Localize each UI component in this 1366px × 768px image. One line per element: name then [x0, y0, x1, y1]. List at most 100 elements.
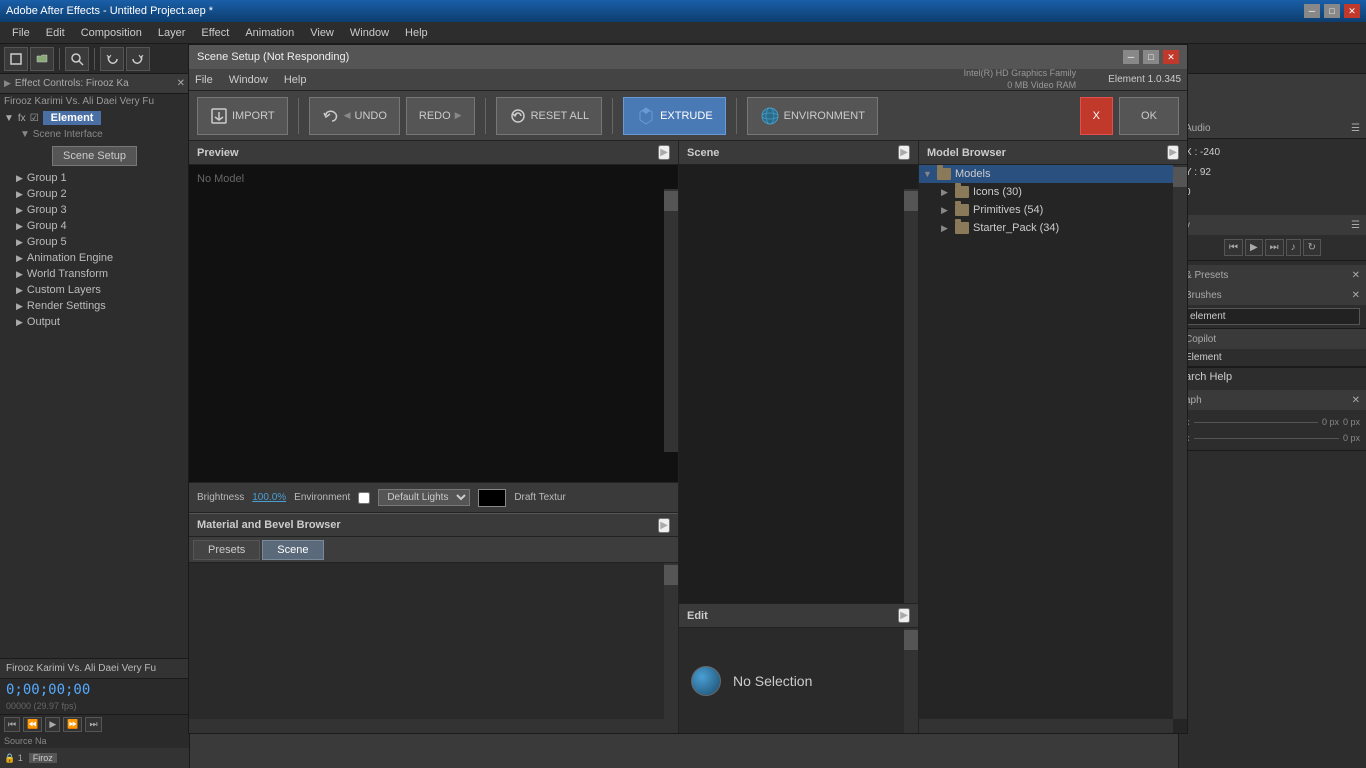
menu-file[interactable]: File — [4, 25, 38, 41]
group-2-item[interactable]: ▶Group 2 — [0, 186, 189, 202]
preview-expand-button[interactable]: ▶ — [658, 145, 670, 160]
left-panel: ▶ Effect Controls: Firooz Ka ✕ Firooz Ka… — [0, 74, 190, 768]
toolbar-search[interactable] — [65, 47, 89, 71]
check-icon: ☑ — [30, 113, 39, 124]
dialog-minimize[interactable]: ─ — [1123, 50, 1139, 64]
close-button[interactable]: ✕ — [1344, 4, 1360, 18]
import-button[interactable]: IMPORT — [197, 97, 288, 135]
dialog-menu-window[interactable]: Window — [229, 74, 268, 86]
transport-start[interactable]: ⏮ — [4, 717, 20, 732]
edit-expand-button[interactable]: ▶ — [898, 608, 910, 623]
graph-header: aph ✕ — [1179, 390, 1366, 410]
pb-next[interactable]: ⏭ — [1265, 239, 1284, 256]
copilot-element: Element — [1179, 349, 1366, 366]
gpu-name: Intel(R) HD Graphics Family — [964, 68, 1077, 80]
brushes-close[interactable]: ✕ — [1352, 290, 1360, 301]
primitives-label: Primitives (54) — [973, 204, 1043, 216]
dialog-menu-file[interactable]: File — [195, 74, 213, 86]
toolbar-new[interactable] — [4, 47, 28, 71]
transport-prev-frame[interactable]: ⏪ — [23, 717, 42, 732]
model-browser-vertical-scrollbar[interactable] — [1173, 165, 1187, 719]
menu-edit[interactable]: Edit — [38, 25, 73, 41]
reset-all-button[interactable]: RESET ALL — [496, 97, 603, 135]
material-horizontal-scrollbar[interactable] — [189, 719, 664, 733]
toolbar-sep-1 — [298, 98, 299, 134]
menu-effect[interactable]: Effect — [193, 25, 237, 41]
color-swatch[interactable] — [478, 489, 506, 507]
tab-scene[interactable]: Scene — [262, 540, 323, 560]
custom-layers-item[interactable]: ▶Custom Layers — [0, 282, 189, 298]
undo-button[interactable]: ◀ UNDO — [309, 97, 400, 135]
expand-arrow-2[interactable]: ▼ — [20, 129, 33, 140]
dialog-title-bar: Scene Setup (Not Responding) ─ □ ✕ — [189, 45, 1187, 69]
group-4-item[interactable]: ▶Group 4 — [0, 218, 189, 234]
transport-play[interactable]: ▶ — [45, 717, 60, 732]
toolbar-open[interactable] — [30, 47, 54, 71]
panel-viewer: v ☰ ⏮ ▶ ⏭ ♪ ↻ — [1179, 215, 1366, 261]
toolbar-redo[interactable] — [126, 47, 150, 71]
pb-audio[interactable]: ♪ — [1286, 239, 1301, 256]
dialog-close[interactable]: ✕ — [1163, 50, 1179, 64]
effect-controls-close[interactable]: ✕ — [177, 78, 185, 89]
menu-composition[interactable]: Composition — [73, 25, 150, 41]
presets-close[interactable]: ✕ — [1352, 270, 1360, 281]
maximize-button[interactable]: □ — [1324, 4, 1340, 18]
scene-setup-button[interactable]: Scene Setup — [52, 146, 137, 166]
group-3-item[interactable]: ▶Group 3 — [0, 202, 189, 218]
far-right-panel: Audio ☰ X : -240 Y : 92 0 v ☰ ⏮ ▶ ⏭ ♪ — [1178, 118, 1366, 768]
expand-arrow[interactable]: ▼ — [4, 113, 14, 124]
transport-end[interactable]: ⏭ — [85, 717, 101, 732]
undo-left-arrow: ◀ — [344, 110, 351, 121]
transport-next-frame[interactable]: ⏩ — [63, 717, 82, 732]
environment-checkbox[interactable] — [358, 492, 370, 504]
preview-vertical-scrollbar[interactable] — [664, 189, 678, 452]
app-title: Adobe After Effects - Untitled Project.a… — [6, 5, 213, 17]
model-browser-horizontal-scrollbar[interactable] — [919, 719, 1173, 733]
x-button[interactable]: X — [1080, 97, 1113, 135]
output-item[interactable]: ▶Output — [0, 314, 189, 330]
starter-pack-folder-icon — [955, 222, 969, 234]
model-tree-models[interactable]: ▼ Models — [919, 165, 1187, 183]
tab-presets[interactable]: Presets — [193, 540, 260, 560]
world-transform-item[interactable]: ▶World Transform — [0, 266, 189, 282]
preview-title: Preview — [197, 147, 239, 159]
menu-window[interactable]: Window — [342, 25, 397, 41]
pb-play[interactable]: ▶ — [1245, 239, 1263, 256]
redo-button[interactable]: REDO ▶ — [406, 97, 475, 135]
model-tree-starter-pack[interactable]: ▶ Starter_Pack (34) — [919, 219, 1187, 237]
toolbar-undo[interactable] — [100, 47, 124, 71]
environment-button[interactable]: ENVIRONMENT — [747, 97, 878, 135]
menu-help[interactable]: Help — [397, 25, 436, 41]
element-search-input[interactable] — [1185, 308, 1360, 325]
material-expand-button[interactable]: ▶ — [658, 518, 670, 533]
menu-view[interactable]: View — [302, 25, 342, 41]
group-5-item[interactable]: ▶Group 5 — [0, 234, 189, 250]
group-1-item[interactable]: ▶Group 1 — [0, 170, 189, 186]
audio-menu-icon[interactable]: ☰ — [1351, 123, 1360, 134]
minimize-button[interactable]: ─ — [1304, 4, 1320, 18]
menu-layer[interactable]: Layer — [150, 25, 194, 41]
render-settings-item[interactable]: ▶Render Settings — [0, 298, 189, 314]
pb-start[interactable]: ⏮ — [1224, 239, 1243, 256]
pb-loop[interactable]: ↻ — [1303, 239, 1321, 256]
preview-scrollbar-thumb — [664, 191, 678, 211]
graph-close[interactable]: ✕ — [1352, 395, 1360, 406]
model-browser-expand-button[interactable]: ▶ — [1167, 145, 1179, 160]
material-vertical-scrollbar[interactable] — [664, 563, 678, 733]
model-browser-title: Model Browser — [927, 147, 1006, 159]
extrude-button[interactable]: EXTRUDE — [623, 97, 726, 135]
model-tree-icons[interactable]: ▶ Icons (30) — [919, 183, 1187, 201]
ok-button[interactable]: OK — [1119, 97, 1179, 135]
menu-animation[interactable]: Animation — [237, 25, 302, 41]
primitives-folder-icon — [955, 204, 969, 216]
viewer-menu-icon[interactable]: ☰ — [1351, 220, 1360, 231]
source-name-row: Source Na — [0, 734, 189, 748]
animation-engine-item[interactable]: ▶Animation Engine — [0, 250, 189, 266]
model-tree-primitives[interactable]: ▶ Primitives (54) — [919, 201, 1187, 219]
edit-vertical-scrollbar[interactable] — [904, 628, 918, 733]
lights-select[interactable]: Default Lights Custom None — [378, 489, 470, 506]
scene-expand-button[interactable]: ▶ — [898, 145, 910, 160]
brightness-value[interactable]: 100.0% — [252, 492, 286, 503]
dialog-menu-help[interactable]: Help — [284, 74, 307, 86]
dialog-maximize[interactable]: □ — [1143, 50, 1159, 64]
